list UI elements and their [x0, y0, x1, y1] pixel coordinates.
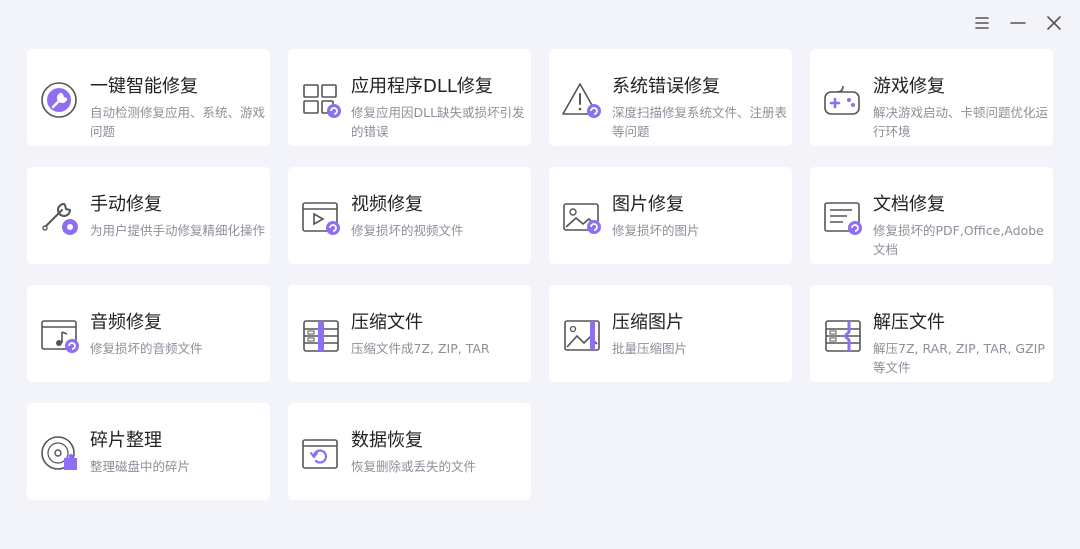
card-description: 解压7Z, RAR, ZIP, TAR, GZIP等文件	[873, 341, 1045, 375]
card-compress-files[interactable]: 压缩文件 压缩文件成7Z, ZIP, TAR	[288, 285, 531, 382]
archive-icon	[301, 316, 341, 356]
card-title: 数据恢复	[351, 430, 423, 451]
card-description: 修复应用因DLL缺失或损坏引发的错误	[351, 105, 525, 139]
image-icon	[562, 198, 602, 238]
wrench-gear-icon	[40, 198, 80, 238]
wrench-circle-icon	[40, 80, 80, 120]
card-description: 批量压缩图片	[612, 341, 688, 356]
card-description: 压缩文件成7Z, ZIP, TAR	[351, 341, 490, 356]
card-image-repair[interactable]: 图片修复 修复损坏的图片	[549, 167, 792, 264]
card-system-error-repair[interactable]: 系统错误修复 深度扫描修复系统文件、注册表等问题	[549, 49, 792, 146]
card-title: 系统错误修复	[612, 76, 720, 97]
card-title: 图片修复	[612, 194, 684, 215]
card-description: 修复损坏的视频文件	[351, 223, 464, 238]
card-extract-files[interactable]: 解压文件 解压7Z, RAR, ZIP, TAR, GZIP等文件	[810, 285, 1053, 382]
card-dll-repair[interactable]: 应用程序DLL修复 修复应用因DLL缺失或损坏引发的错误	[288, 49, 531, 146]
card-description: 为用户提供手动修复精细化操作	[90, 223, 266, 238]
card-description: 恢复删除或丢失的文件	[351, 459, 477, 474]
close-icon	[1047, 16, 1061, 30]
document-icon	[823, 198, 863, 238]
close-button[interactable]	[1040, 10, 1068, 36]
card-description: 自动检测修复应用、系统、游戏问题	[90, 105, 266, 139]
video-icon	[301, 198, 341, 238]
warning-icon	[562, 80, 602, 120]
card-game-repair[interactable]: 游戏修复 解决游戏启动、卡顿问题优化运行环境	[810, 49, 1053, 146]
card-title: 手动修复	[90, 194, 162, 215]
card-title: 压缩图片	[612, 312, 684, 333]
card-document-repair[interactable]: 文档修复 修复损坏的PDF,Office,Adobe文档	[810, 167, 1053, 264]
card-description: 整理磁盘中的碎片	[90, 459, 191, 474]
card-description: 解决游戏启动、卡顿问题优化运行环境	[873, 105, 1049, 139]
menu-icon	[975, 17, 989, 29]
extract-icon	[823, 316, 863, 356]
card-title: 压缩文件	[351, 312, 423, 333]
menu-button[interactable]	[968, 10, 996, 36]
card-defragment[interactable]: 碎片整理 整理磁盘中的碎片	[27, 403, 270, 500]
card-one-click-repair[interactable]: 一键智能修复 自动检测修复应用、系统、游戏问题	[27, 49, 270, 146]
card-title: 音频修复	[90, 312, 162, 333]
card-compress-images[interactable]: 压缩图片 批量压缩图片	[549, 285, 792, 382]
restore-icon	[301, 434, 341, 474]
compress-image-icon	[562, 316, 602, 356]
card-description: 修复损坏的音频文件	[90, 341, 203, 356]
gamepad-icon	[823, 80, 863, 120]
dll-grid-icon	[301, 80, 341, 120]
card-description: 修复损坏的图片	[612, 223, 700, 238]
card-video-repair[interactable]: 视频修复 修复损坏的视频文件	[288, 167, 531, 264]
card-description: 深度扫描修复系统文件、注册表等问题	[612, 105, 788, 139]
minimize-icon	[1010, 22, 1026, 24]
minimize-button[interactable]	[1004, 10, 1032, 36]
disk-puzzle-icon	[40, 434, 80, 474]
card-manual-repair[interactable]: 手动修复 为用户提供手动修复精细化操作	[27, 167, 270, 264]
card-description: 修复损坏的PDF,Office,Adobe文档	[873, 223, 1044, 257]
audio-icon	[40, 316, 80, 356]
card-title: 游戏修复	[873, 76, 945, 97]
card-audio-repair[interactable]: 音频修复 修复损坏的音频文件	[27, 285, 270, 382]
card-title: 解压文件	[873, 312, 945, 333]
card-title: 文档修复	[873, 194, 945, 215]
card-title: 一键智能修复	[90, 76, 198, 97]
card-data-recovery[interactable]: 数据恢复 恢复删除或丢失的文件	[288, 403, 531, 500]
card-title: 碎片整理	[90, 430, 162, 451]
card-title: 视频修复	[351, 194, 423, 215]
feature-grid: 一键智能修复 自动检测修复应用、系统、游戏问题 应用程序DLL修复 修复应用因D…	[27, 49, 1053, 500]
window-controls	[968, 10, 1068, 36]
card-title: 应用程序DLL修复	[351, 76, 493, 97]
